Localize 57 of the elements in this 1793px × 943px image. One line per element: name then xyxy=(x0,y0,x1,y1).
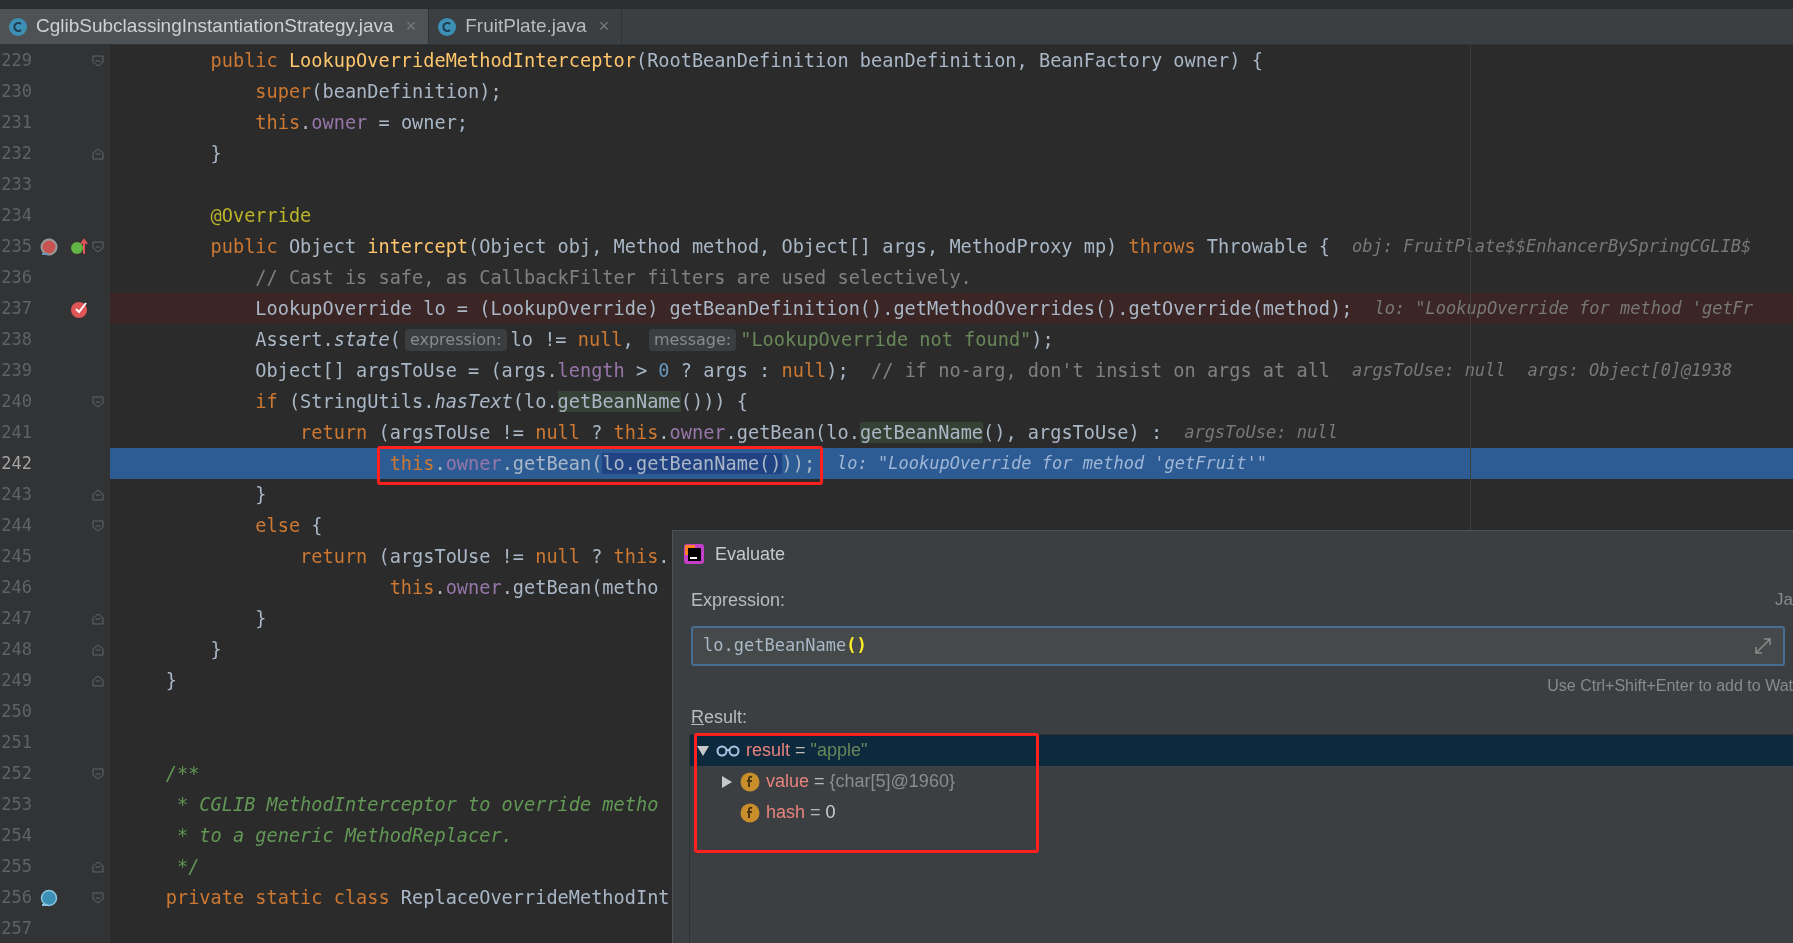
code-text: public Object intercept(Object obj, Method method, Object[] args, MethodProxy mp) throws Throwable { xyxy=(210,235,1330,259)
parameter-hint: message: xyxy=(648,328,737,351)
code-text: public LookupOverrideMethodInterceptor(RootBeanDefinition beanDefinition, BeanFactory owner) { xyxy=(210,49,1263,73)
inline-hint: argsToUse: null xyxy=(1352,358,1506,382)
expression-field[interactable]: lo.getBeanName() xyxy=(691,626,1785,666)
tree-node-label: hash = 0 xyxy=(766,801,836,824)
code-text: * CGLIB MethodInterceptor to override metho xyxy=(176,793,659,817)
code-text: else { xyxy=(255,514,323,538)
expand-icon xyxy=(1753,636,1773,656)
code-text: if (StringUtils.hasText(lo.getBeanName())) { xyxy=(255,390,748,414)
editor-tab[interactable]: CglibSubclassingInstantiationStrategy.java × xyxy=(0,9,430,44)
code-text: Assert.state( xyxy=(255,328,401,352)
app-logo-icon xyxy=(683,543,705,565)
code-text: this.owner = owner; xyxy=(255,111,469,135)
code-text: this.owner.getBean(metho xyxy=(389,576,659,600)
language-label: Ja xyxy=(1775,589,1793,611)
code-text: } xyxy=(255,607,267,631)
field-label: Expression: xyxy=(691,589,786,612)
code-text: } xyxy=(255,483,267,507)
tree-node-label: value = {char[5]@1960} xyxy=(766,770,955,793)
code-text: return (argsToUse != null ? this.owner.getBean(lo.getBeanName(), argsToUse) : xyxy=(300,421,1163,445)
field-icon xyxy=(740,771,760,792)
tree-row[interactable]: value = {char[5]@1960} xyxy=(690,766,1793,797)
method-breakpoint-icon xyxy=(40,237,58,256)
result-label: Result: xyxy=(691,705,748,729)
code-text: LookupOverride lo = (LookupOverride) getBeanDefinition().getMethodOverrides().getOverride(method); xyxy=(255,297,1353,321)
class-icon xyxy=(8,16,28,37)
tree-row[interactable]: hash = 0 xyxy=(690,797,1793,828)
code-text: this.owner.getBean(lo.getBeanName())); xyxy=(389,448,816,479)
code-text: // Cast is safe, as CallbackFilter filters are used selectively. xyxy=(255,266,972,290)
code-text: "LookupOverride not found"); xyxy=(740,328,1054,352)
code-text: return (argsToUse != null ? this. xyxy=(300,545,670,569)
tree-row[interactable]: result = "apple" xyxy=(690,735,1793,766)
code-text: Object[] argsToUse = (args.length > 0 ? args : null); // if no-arg, don't insist on args at all xyxy=(255,359,1331,383)
inline-hint: obj: FruitPlate$$EnhancerBySpringCGLIB$ xyxy=(1352,234,1752,258)
class-icon xyxy=(437,16,458,37)
code-text: } xyxy=(165,669,177,693)
code-text: } xyxy=(210,638,222,662)
tree-node-label: result = "apple" xyxy=(746,739,868,762)
breakpoint-icon xyxy=(70,299,88,318)
inline-hint: args: Object[0]@1938 xyxy=(1527,358,1733,382)
code-text: @Override xyxy=(210,204,312,228)
dialog-title: Evaluate xyxy=(715,542,786,566)
code-text: /** xyxy=(165,762,200,786)
code-text: * to a generic MethodReplacer. xyxy=(176,824,513,848)
inline-hint: lo: "LookupOverride for method 'getFruit'" xyxy=(837,451,1267,475)
inline-hint: lo: "LookupOverride for method 'getFr xyxy=(1374,296,1754,320)
line-number: 242 xyxy=(0,451,32,475)
code-text: } xyxy=(210,142,222,166)
parameter-hint: expression: xyxy=(404,328,507,351)
code-text: */ xyxy=(176,855,200,879)
shortcut-hint: Use Ctrl+Shift+Enter to add to Wat xyxy=(1547,676,1793,696)
field-icon xyxy=(740,802,760,823)
code-text: private static class ReplaceOverrideMethodInt xyxy=(165,886,670,910)
code-text: lo != null, xyxy=(510,328,635,352)
code-text: super(beanDefinition); xyxy=(255,80,502,104)
inline-hint: argsToUse: null xyxy=(1184,420,1338,444)
